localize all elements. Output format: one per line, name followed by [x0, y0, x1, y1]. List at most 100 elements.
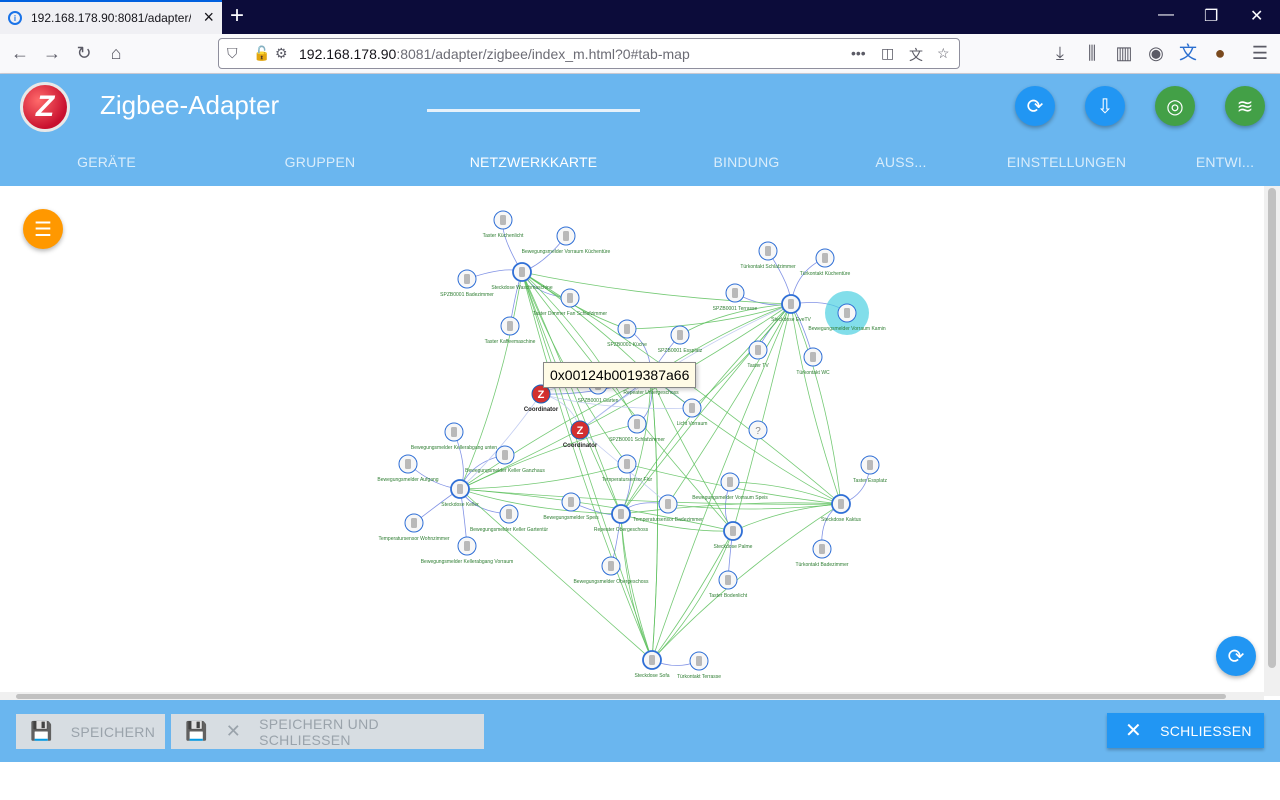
- end-device-node[interactable]: Taster Dimmer Fan Schlafzimmer: [533, 288, 608, 317]
- app-title: Zigbee-Adapter: [100, 90, 280, 120]
- end-device-node[interactable]: Bewegungsmelder Speis: [543, 492, 599, 521]
- tab-settings[interactable]: EINSTELLUNGEN: [960, 144, 1173, 186]
- minimize-window-icon[interactable]: —: [1158, 6, 1174, 24]
- translate-extension-icon[interactable]: 文: [1176, 42, 1200, 66]
- end-device-node[interactable]: Bewegungsmelder Vorraum Kamin: [808, 303, 886, 332]
- permissions-icon[interactable]: ⚙: [275, 45, 288, 62]
- tab-developer[interactable]: ENTWI...: [1180, 144, 1270, 186]
- insecure-lock-icon[interactable]: 🔓: [253, 45, 270, 62]
- unknown-device-node[interactable]: ?: [748, 420, 768, 440]
- end-device-node[interactable]: Türkontakt Schlafzimmer: [740, 241, 796, 270]
- device-glyph-icon: [563, 231, 569, 241]
- page-actions-icon[interactable]: •••: [851, 45, 866, 61]
- node-label: Taster TV: [747, 363, 769, 369]
- menu-icon[interactable]: ☰: [1248, 42, 1272, 66]
- restore-window-icon[interactable]: ❐: [1204, 6, 1218, 26]
- account-icon[interactable]: ◉: [1144, 42, 1168, 66]
- wifi-scan-icon: ≋: [1236, 95, 1254, 118]
- end-device-node[interactable]: Bewegungsmelder Vorraum Speis: [692, 472, 768, 501]
- map-menu-button[interactable]: ☰: [23, 209, 63, 249]
- new-tab-icon[interactable]: +: [230, 3, 244, 29]
- network-link: [790, 303, 842, 505]
- end-device-node[interactable]: Türkontakt Küchentüre: [800, 248, 851, 277]
- end-device-node[interactable]: Temperatursensor Wohnzimmer: [378, 513, 450, 542]
- tab-groups[interactable]: GRUPPEN: [213, 144, 427, 186]
- pairing-icon: ◎: [1166, 95, 1184, 118]
- library-icon[interactable]: ⫼: [1080, 42, 1104, 66]
- url-bar[interactable]: ⛉ 🔓 ⚙ 192.168.178.90:8081/adapter/zigbee…: [218, 38, 960, 69]
- end-device-node[interactable]: Bewegungsmelder Keller Gartentür: [470, 504, 548, 533]
- translate-icon[interactable]: 文: [909, 45, 923, 65]
- end-device-node[interactable]: Taster TV: [747, 340, 769, 369]
- device-glyph-icon: [624, 459, 630, 469]
- reload-icon[interactable]: ↻: [72, 42, 96, 66]
- device-glyph-icon: [765, 246, 771, 256]
- node-label: SPZB0001 Terrasse: [713, 306, 758, 312]
- end-device-node[interactable]: Bewegungsmelder Vorraum Küchentüre: [522, 226, 611, 255]
- end-device-node[interactable]: Türkontakt Terrasse: [677, 651, 721, 680]
- end-device-node[interactable]: Taster Küchenlicht: [483, 210, 524, 239]
- end-device-node[interactable]: Taster Bodenlicht: [709, 570, 748, 599]
- network-scan-button[interactable]: ≋: [1225, 86, 1265, 126]
- tab-devices[interactable]: GERÄTE: [0, 144, 213, 186]
- cookie-extension-icon[interactable]: ●: [1208, 42, 1232, 66]
- router-node[interactable]: Steckdose Palme: [714, 521, 753, 550]
- save-icon: 💾: [30, 721, 53, 741]
- close-tab-icon[interactable]: ×: [203, 8, 214, 26]
- node-label: Taster Kaffeemaschine: [485, 339, 536, 345]
- end-device-node[interactable]: Bewegungsmelder Obergeschoss: [573, 556, 649, 585]
- downloads-icon[interactable]: ⤓: [1048, 42, 1072, 66]
- pocket-icon[interactable]: ◫: [881, 45, 894, 62]
- save-and-close-button[interactable]: 💾 ✕ SPEICHERN UND SCHLIESSEN: [171, 714, 484, 749]
- node-label: Bewegungsmelder Vorraum Speis: [692, 495, 768, 501]
- coordinator-node[interactable]: Z Coordinator: [524, 384, 559, 413]
- vertical-scroll-thumb[interactable]: [1268, 188, 1276, 668]
- home-icon[interactable]: ⌂: [104, 42, 128, 66]
- active-tab-indicator: [427, 109, 640, 112]
- sync-button[interactable]: ⟳: [1015, 86, 1055, 126]
- end-device-node[interactable]: SPZB0001 Badezimmer: [440, 269, 494, 298]
- end-device-node[interactable]: SPZB0001 Essplatz: [658, 325, 703, 354]
- horizontal-scrollbar[interactable]: [0, 692, 1264, 700]
- close-button-label: SCHLIESSEN: [1160, 722, 1252, 739]
- router-node[interactable]: Steckdose Waschmaschine: [491, 262, 553, 291]
- map-refresh-button[interactable]: ⟳: [1216, 636, 1256, 676]
- tab-network-map[interactable]: NETZWERKKARTE: [427, 144, 640, 186]
- device-glyph-icon: [519, 267, 525, 277]
- coordinator-node[interactable]: Z Coordinator: [563, 420, 598, 449]
- end-device-node[interactable]: SPZB0001 Küche: [607, 319, 647, 348]
- node-label: Temperatursensor Badezimmer: [633, 517, 703, 523]
- sidebar-icon[interactable]: ▥: [1112, 42, 1136, 66]
- tab-binding[interactable]: BINDUNG: [640, 144, 853, 186]
- end-device-node[interactable]: Taster Kaffeemaschine: [485, 316, 536, 345]
- close-window-icon[interactable]: ✕: [1250, 6, 1263, 26]
- device-glyph-icon: [665, 499, 671, 509]
- end-device-node[interactable]: Bewegungsmelder Aufgang: [377, 454, 439, 483]
- close-icon: ✕: [225, 721, 242, 741]
- network-map-area[interactable]: Taster Küchenlicht Bewegungsmelder Vorrau…: [0, 186, 1264, 696]
- app-header: Z Zigbee-Adapter ⟳ ⇩ ◎ ≋ GERÄTE GRUPPEN …: [0, 74, 1280, 186]
- vertical-scrollbar[interactable]: [1264, 186, 1280, 696]
- router-node[interactable]: Steckdose Sofa: [634, 650, 670, 679]
- close-button[interactable]: ✕ SCHLIESSEN: [1107, 713, 1264, 748]
- ota-update-button[interactable]: ⇩: [1085, 86, 1125, 126]
- router-node[interactable]: Steckdose Keller: [441, 479, 479, 508]
- end-device-node[interactable]: Taster Essplatz: [853, 455, 887, 484]
- node-label: Türkontakt Schlafzimmer: [740, 264, 796, 270]
- pairing-button[interactable]: ◎: [1155, 86, 1195, 126]
- end-device-node[interactable]: Türkontakt Badezimmer: [795, 539, 849, 568]
- shield-icon[interactable]: ⛉: [227, 45, 238, 62]
- back-icon[interactable]: ←: [8, 42, 32, 66]
- sync-icon: ⟳: [1026, 95, 1044, 118]
- forward-icon[interactable]: →: [40, 42, 64, 66]
- bookmark-star-icon[interactable]: ☆: [937, 45, 950, 62]
- end-device-node[interactable]: SPZB0001 Terrasse: [713, 283, 758, 312]
- network-map-svg[interactable]: Taster Küchenlicht Bewegungsmelder Vorrau…: [0, 186, 1264, 696]
- node-label: Coordinator: [524, 407, 559, 413]
- end-device-node[interactable]: Licht Vorraum: [677, 398, 708, 427]
- save-button[interactable]: 💾 SPEICHERN: [16, 714, 165, 749]
- node-label: SPZB0001 Küche: [607, 342, 647, 348]
- tab-exclude[interactable]: AUSS...: [853, 144, 949, 186]
- browser-tab[interactable]: i 192.168.178.90:8081/adapter/zigbee/ind…: [0, 0, 222, 34]
- horizontal-scroll-thumb[interactable]: [16, 694, 1226, 699]
